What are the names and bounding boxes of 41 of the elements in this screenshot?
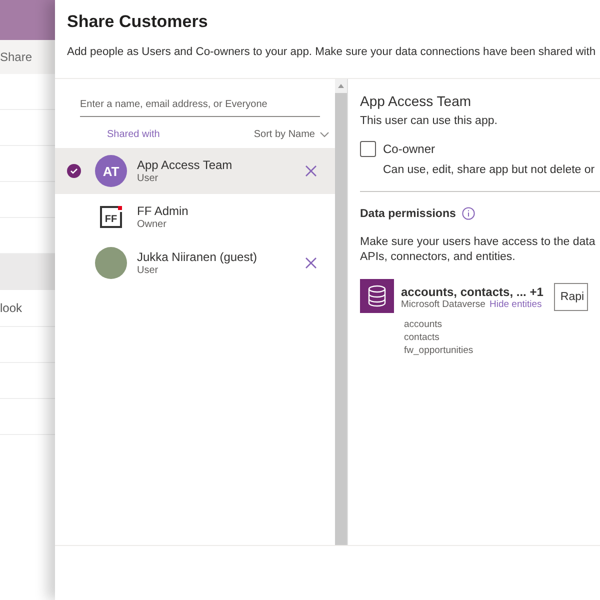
panel-description: Add people as Users and Co-owners to your app. Make sure your data connections have been shared with bbox=[67, 46, 597, 58]
entity-name: fw_opportunities bbox=[404, 345, 474, 356]
role-dropdown[interactable]: Rapi bbox=[554, 283, 588, 311]
logo-icon: FF bbox=[99, 205, 123, 229]
entity-name: accounts bbox=[404, 319, 444, 330]
coowner-description: Can use, edit, share app but not delete or bbox=[383, 164, 596, 176]
chevron-down-icon bbox=[320, 132, 329, 138]
scrollbar[interactable] bbox=[335, 79, 348, 545]
photo-placeholder bbox=[95, 247, 127, 279]
coowner-label: Co-owner bbox=[383, 142, 436, 156]
initials-avatar: AT bbox=[95, 155, 127, 187]
data-source-provider: Microsoft Dataverse bbox=[401, 299, 486, 310]
entity-name: contacts bbox=[404, 332, 440, 343]
app-header-bar bbox=[0, 0, 55, 40]
person-row[interactable]: FF FF Admin Owner bbox=[55, 194, 335, 240]
person-row[interactable]: AT App Access Team User bbox=[55, 148, 335, 194]
person-role: User bbox=[137, 265, 160, 276]
person-role: User bbox=[137, 173, 160, 184]
person-name: FF Admin bbox=[137, 204, 190, 218]
person-name: App Access Team bbox=[137, 158, 234, 172]
panel-title: Share Customers bbox=[67, 12, 209, 32]
list-item[interactable]: look bbox=[0, 301, 22, 315]
person-name: Jukka Niiranen (guest) bbox=[137, 250, 258, 264]
shared-with-label: Shared with bbox=[107, 129, 160, 140]
selected-list-row bbox=[0, 254, 55, 290]
scroll-up-icon[interactable] bbox=[338, 84, 344, 88]
close-icon[interactable] bbox=[303, 255, 319, 271]
detail-title: App Access Team bbox=[360, 93, 472, 109]
detail-subtitle: This user can use this app. bbox=[360, 115, 498, 127]
person-row[interactable]: Jukka Niiranen (guest) User bbox=[55, 240, 335, 286]
info-icon[interactable] bbox=[462, 207, 475, 220]
sort-dropdown[interactable]: Sort by Name bbox=[254, 129, 329, 140]
data-source-name: accounts, contacts, ... +1 bbox=[401, 285, 544, 299]
data-permissions-heading: Data permissions bbox=[360, 208, 456, 220]
close-icon[interactable] bbox=[303, 163, 319, 179]
coowner-checkbox[interactable] bbox=[360, 141, 376, 157]
data-permissions-description: Make sure your users have access to the data APIs, connectors, and entities. bbox=[360, 235, 596, 265]
hide-entities-link[interactable]: Hide entities bbox=[489, 299, 542, 310]
database-icon bbox=[360, 279, 394, 313]
checkmark-icon bbox=[67, 164, 81, 178]
person-role: Owner bbox=[137, 219, 168, 230]
